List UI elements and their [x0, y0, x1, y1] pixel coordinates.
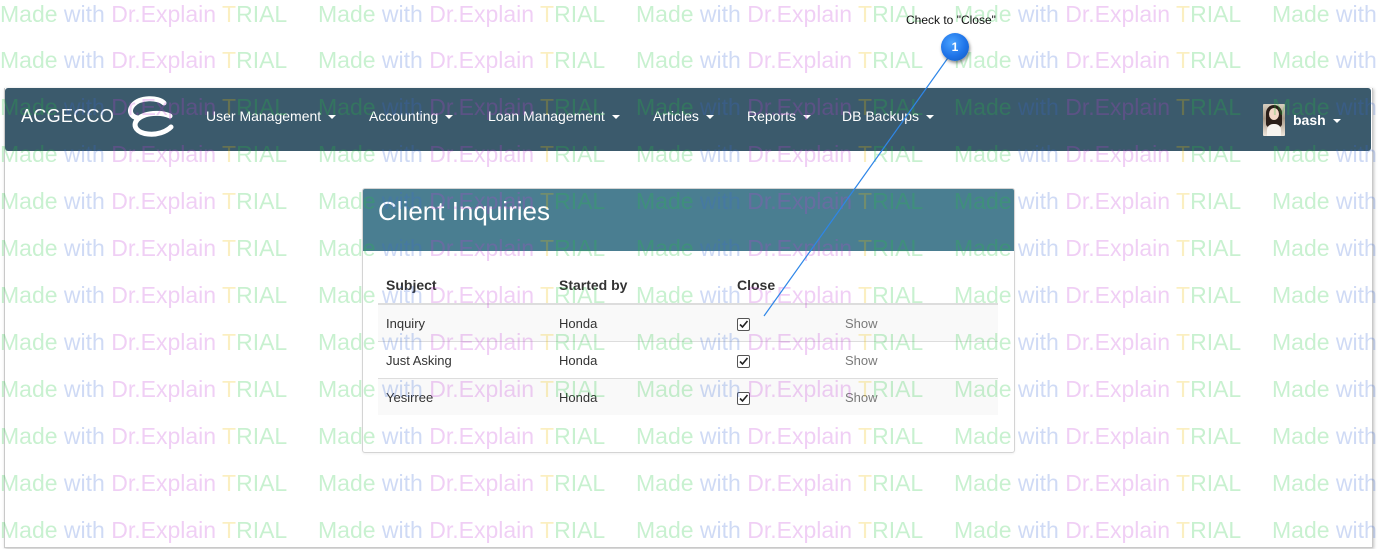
caret-down-icon [445, 115, 454, 120]
menu-accounting[interactable]: Accounting [369, 108, 454, 124]
cell-subject: Yesirree [378, 378, 551, 415]
user-name: bash [1293, 112, 1341, 128]
cell-subject: Inquiry [378, 303, 551, 342]
acgecco-logo-icon[interactable] [124, 94, 176, 138]
menu-label: Reports [747, 108, 797, 124]
caret-down-icon [1332, 119, 1341, 124]
show-link[interactable]: Show [845, 316, 878, 331]
close-checkbox[interactable] [737, 391, 750, 405]
menu-articles[interactable]: Articles [653, 108, 714, 124]
menu-reports[interactable]: Reports [747, 108, 812, 124]
cell-action: Show [837, 303, 998, 342]
watermark-row: Made with Dr.Explain TRIAL Made with Dr.E… [0, 47, 1377, 73]
menu-user-management[interactable]: User Management [206, 108, 337, 124]
menu-label: User Management [206, 108, 322, 124]
menu-label: Accounting [369, 108, 439, 124]
cell-started-by: Honda [551, 303, 729, 342]
menu-label: Articles [653, 108, 699, 124]
menu-db-backups[interactable]: DB Backups [842, 108, 935, 124]
cell-action: Show [837, 378, 998, 415]
caret-down-icon [705, 115, 714, 120]
menu-label: DB Backups [842, 108, 920, 124]
client-inquiries-panel: Client Inquiries Subject Started by Clos… [362, 188, 1015, 453]
column-header-subject: Subject [378, 266, 551, 305]
table-header-row: Subject Started by Close [378, 266, 998, 305]
menu-loan-management[interactable]: Loan Management [488, 108, 620, 124]
page-title: Client Inquiries [378, 196, 550, 226]
brand-name[interactable]: ACGECCO [21, 105, 114, 127]
table-row: Inquiry Honda Show [378, 303, 998, 342]
cell-close [729, 341, 837, 379]
caret-down-icon [611, 115, 620, 120]
inquiries-table: Subject Started by Close Inquiry Honda S… [378, 266, 998, 415]
show-link[interactable]: Show [845, 390, 878, 405]
caret-down-icon [926, 115, 935, 120]
checkbox-checked-icon [739, 357, 749, 365]
watermark-row: Made with Dr.Explain TRIAL Made with Dr.E… [0, 1, 1377, 27]
show-link[interactable]: Show [845, 353, 878, 368]
close-checkbox[interactable] [737, 354, 750, 368]
user-avatar-icon [1263, 104, 1285, 136]
table-row: Yesirree Honda Show [378, 378, 998, 415]
cell-started-by: Honda [551, 341, 729, 379]
caret-down-icon [328, 115, 337, 120]
checkbox-checked-icon [739, 394, 749, 402]
column-header-action [837, 266, 998, 305]
checkbox-checked-icon [739, 320, 749, 328]
cell-started-by: Honda [551, 378, 729, 415]
callout-label: Check to "Close" [906, 13, 996, 27]
cell-action: Show [837, 341, 998, 379]
column-header-close: Close [729, 266, 837, 305]
column-header-started-by: Started by [551, 266, 729, 305]
panel-heading: Client Inquiries [363, 189, 1014, 251]
callout-number-marker: 1 [941, 33, 969, 61]
cell-close [729, 378, 837, 415]
cell-subject: Just Asking [378, 341, 551, 379]
top-navbar: ACGECCO User Management Accounting Loan … [5, 88, 1371, 151]
menu-label: Loan Management [488, 108, 605, 124]
cell-close [729, 303, 837, 342]
caret-down-icon [803, 115, 812, 120]
table-row: Just Asking Honda Show [378, 341, 998, 379]
close-checkbox[interactable] [737, 317, 750, 331]
